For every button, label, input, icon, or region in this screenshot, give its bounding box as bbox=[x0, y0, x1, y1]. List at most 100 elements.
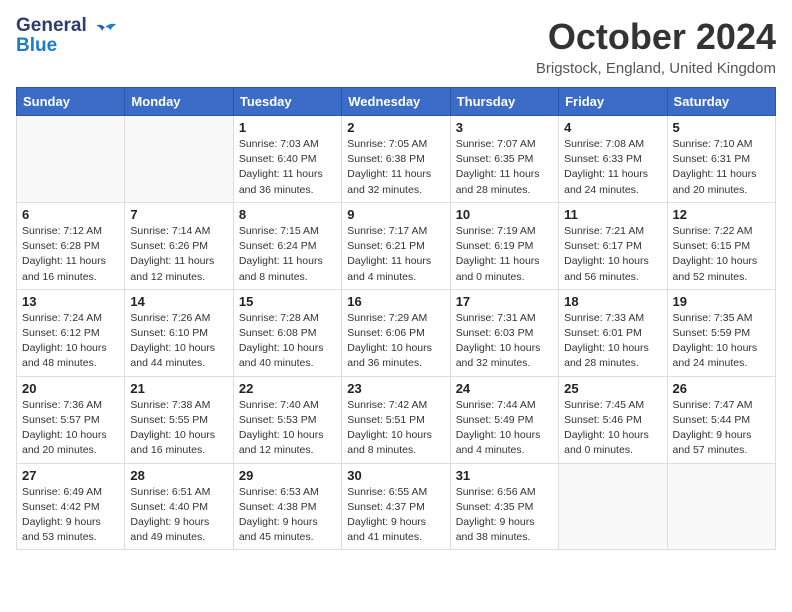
day-info: Sunrise: 7:05 AM Sunset: 6:38 PM Dayligh… bbox=[347, 137, 444, 198]
day-info: Sunrise: 6:53 AM Sunset: 4:38 PM Dayligh… bbox=[239, 485, 336, 546]
day-info: Sunrise: 7:42 AM Sunset: 5:51 PM Dayligh… bbox=[347, 398, 444, 459]
day-info: Sunrise: 7:22 AM Sunset: 6:15 PM Dayligh… bbox=[673, 224, 770, 285]
day-info: Sunrise: 6:51 AM Sunset: 4:40 PM Dayligh… bbox=[130, 485, 227, 546]
day-header-row: SundayMondayTuesdayWednesdayThursdayFrid… bbox=[17, 88, 776, 116]
day-header-monday: Monday bbox=[125, 88, 233, 116]
calendar-table: SundayMondayTuesdayWednesdayThursdayFrid… bbox=[16, 87, 776, 550]
day-info: Sunrise: 7:26 AM Sunset: 6:10 PM Dayligh… bbox=[130, 311, 227, 372]
day-number: 8 bbox=[239, 207, 336, 222]
day-cell: 28 Sunrise: 6:51 AM Sunset: 4:40 PM Dayli… bbox=[125, 463, 233, 550]
day-number: 26 bbox=[673, 381, 770, 396]
day-number: 21 bbox=[130, 381, 227, 396]
day-cell: 16 Sunrise: 7:29 AM Sunset: 6:06 PM Dayli… bbox=[342, 289, 450, 376]
day-cell bbox=[17, 116, 125, 203]
day-cell: 10Sunrise: 7:19 AM Sunset: 6:19 PM Dayli… bbox=[450, 202, 558, 289]
day-cell: 19Sunrise: 7:35 AM Sunset: 5:59 PM Dayli… bbox=[667, 289, 775, 376]
logo-blue: Blue bbox=[16, 36, 87, 56]
page: General Blue October 2024 Brigstock, Eng… bbox=[0, 0, 792, 612]
day-number: 23 bbox=[347, 381, 444, 396]
day-number: 4 bbox=[564, 120, 661, 135]
day-info: Sunrise: 7:35 AM Sunset: 5:59 PM Dayligh… bbox=[673, 311, 770, 372]
day-cell: 24 Sunrise: 7:44 AM Sunset: 5:49 PM Dayli… bbox=[450, 376, 558, 463]
day-cell bbox=[559, 463, 667, 550]
day-info: Sunrise: 7:10 AM Sunset: 6:31 PM Dayligh… bbox=[673, 137, 770, 198]
day-info: Sunrise: 7:14 AM Sunset: 6:26 PM Dayligh… bbox=[130, 224, 227, 285]
week-row-5: 27 Sunrise: 6:49 AM Sunset: 4:42 PM Dayli… bbox=[17, 463, 776, 550]
day-info: Sunrise: 7:38 AM Sunset: 5:55 PM Dayligh… bbox=[130, 398, 227, 459]
day-info: Sunrise: 7:21 AM Sunset: 6:17 PM Dayligh… bbox=[564, 224, 661, 285]
day-number: 6 bbox=[22, 207, 119, 222]
day-number: 16 bbox=[347, 294, 444, 309]
day-cell: 9Sunrise: 7:17 AM Sunset: 6:21 PM Daylig… bbox=[342, 202, 450, 289]
header: General Blue October 2024 Brigstock, Eng… bbox=[16, 16, 776, 77]
day-cell: 6Sunrise: 7:12 AM Sunset: 6:28 PM Daylig… bbox=[17, 202, 125, 289]
day-cell: 30 Sunrise: 6:55 AM Sunset: 4:37 PM Dayli… bbox=[342, 463, 450, 550]
week-row-4: 20 Sunrise: 7:36 AM Sunset: 5:57 PM Dayli… bbox=[17, 376, 776, 463]
day-cell: 11 Sunrise: 7:21 AM Sunset: 6:17 PM Dayli… bbox=[559, 202, 667, 289]
day-number: 25 bbox=[564, 381, 661, 396]
day-number: 13 bbox=[22, 294, 119, 309]
day-info: Sunrise: 7:44 AM Sunset: 5:49 PM Dayligh… bbox=[456, 398, 553, 459]
logo: General Blue bbox=[16, 16, 119, 56]
day-cell: 29 Sunrise: 6:53 AM Sunset: 4:38 PM Dayli… bbox=[233, 463, 341, 550]
day-number: 28 bbox=[130, 468, 227, 483]
day-cell: 26 Sunrise: 7:47 AM Sunset: 5:44 PM Dayli… bbox=[667, 376, 775, 463]
week-row-1: 1Sunrise: 7:03 AM Sunset: 6:40 PM Daylig… bbox=[17, 116, 776, 203]
day-number: 31 bbox=[456, 468, 553, 483]
day-header-saturday: Saturday bbox=[667, 88, 775, 116]
day-number: 1 bbox=[239, 120, 336, 135]
day-header-friday: Friday bbox=[559, 88, 667, 116]
day-info: Sunrise: 7:45 AM Sunset: 5:46 PM Dayligh… bbox=[564, 398, 661, 459]
day-number: 2 bbox=[347, 120, 444, 135]
day-number: 20 bbox=[22, 381, 119, 396]
day-info: Sunrise: 7:19 AM Sunset: 6:19 PM Dayligh… bbox=[456, 224, 553, 285]
day-info: Sunrise: 6:55 AM Sunset: 4:37 PM Dayligh… bbox=[347, 485, 444, 546]
day-number: 27 bbox=[22, 468, 119, 483]
day-info: Sunrise: 7:08 AM Sunset: 6:33 PM Dayligh… bbox=[564, 137, 661, 198]
day-header-sunday: Sunday bbox=[17, 88, 125, 116]
day-info: Sunrise: 7:29 AM Sunset: 6:06 PM Dayligh… bbox=[347, 311, 444, 372]
day-cell: 3 Sunrise: 7:07 AM Sunset: 6:35 PM Daylig… bbox=[450, 116, 558, 203]
day-header-tuesday: Tuesday bbox=[233, 88, 341, 116]
day-number: 17 bbox=[456, 294, 553, 309]
day-cell: 31Sunrise: 6:56 AM Sunset: 4:35 PM Dayli… bbox=[450, 463, 558, 550]
day-cell: 17 Sunrise: 7:31 AM Sunset: 6:03 PM Dayli… bbox=[450, 289, 558, 376]
day-header-wednesday: Wednesday bbox=[342, 88, 450, 116]
location: Brigstock, England, United Kingdom bbox=[536, 60, 776, 77]
day-number: 9 bbox=[347, 207, 444, 222]
day-cell: 8 Sunrise: 7:15 AM Sunset: 6:24 PM Daylig… bbox=[233, 202, 341, 289]
day-info: Sunrise: 7:15 AM Sunset: 6:24 PM Dayligh… bbox=[239, 224, 336, 285]
day-cell: 5 Sunrise: 7:10 AM Sunset: 6:31 PM Daylig… bbox=[667, 116, 775, 203]
day-cell: 14 Sunrise: 7:26 AM Sunset: 6:10 PM Dayli… bbox=[125, 289, 233, 376]
day-cell: 22 Sunrise: 7:40 AM Sunset: 5:53 PM Dayli… bbox=[233, 376, 341, 463]
day-number: 14 bbox=[130, 294, 227, 309]
day-cell: 20 Sunrise: 7:36 AM Sunset: 5:57 PM Dayli… bbox=[17, 376, 125, 463]
week-row-3: 13Sunrise: 7:24 AM Sunset: 6:12 PM Dayli… bbox=[17, 289, 776, 376]
day-number: 3 bbox=[456, 120, 553, 135]
day-info: Sunrise: 7:07 AM Sunset: 6:35 PM Dayligh… bbox=[456, 137, 553, 198]
title-section: October 2024 Brigstock, England, United … bbox=[536, 16, 776, 77]
day-cell: 15Sunrise: 7:28 AM Sunset: 6:08 PM Dayli… bbox=[233, 289, 341, 376]
day-cell: 12 Sunrise: 7:22 AM Sunset: 6:15 PM Dayli… bbox=[667, 202, 775, 289]
month-title: October 2024 bbox=[536, 16, 776, 58]
day-number: 24 bbox=[456, 381, 553, 396]
day-number: 30 bbox=[347, 468, 444, 483]
day-cell: 1Sunrise: 7:03 AM Sunset: 6:40 PM Daylig… bbox=[233, 116, 341, 203]
day-cell: 25 Sunrise: 7:45 AM Sunset: 5:46 PM Dayli… bbox=[559, 376, 667, 463]
day-info: Sunrise: 7:47 AM Sunset: 5:44 PM Dayligh… bbox=[673, 398, 770, 459]
day-info: Sunrise: 7:31 AM Sunset: 6:03 PM Dayligh… bbox=[456, 311, 553, 372]
day-cell: 18Sunrise: 7:33 AM Sunset: 6:01 PM Dayli… bbox=[559, 289, 667, 376]
day-info: Sunrise: 7:28 AM Sunset: 6:08 PM Dayligh… bbox=[239, 311, 336, 372]
day-info: Sunrise: 7:36 AM Sunset: 5:57 PM Dayligh… bbox=[22, 398, 119, 459]
day-number: 12 bbox=[673, 207, 770, 222]
day-info: Sunrise: 7:33 AM Sunset: 6:01 PM Dayligh… bbox=[564, 311, 661, 372]
logo-bird-icon bbox=[91, 17, 119, 45]
day-info: Sunrise: 6:49 AM Sunset: 4:42 PM Dayligh… bbox=[22, 485, 119, 546]
day-cell: 4 Sunrise: 7:08 AM Sunset: 6:33 PM Daylig… bbox=[559, 116, 667, 203]
day-number: 11 bbox=[564, 207, 661, 222]
day-info: Sunrise: 7:40 AM Sunset: 5:53 PM Dayligh… bbox=[239, 398, 336, 459]
day-number: 22 bbox=[239, 381, 336, 396]
day-cell bbox=[667, 463, 775, 550]
day-number: 29 bbox=[239, 468, 336, 483]
day-number: 5 bbox=[673, 120, 770, 135]
